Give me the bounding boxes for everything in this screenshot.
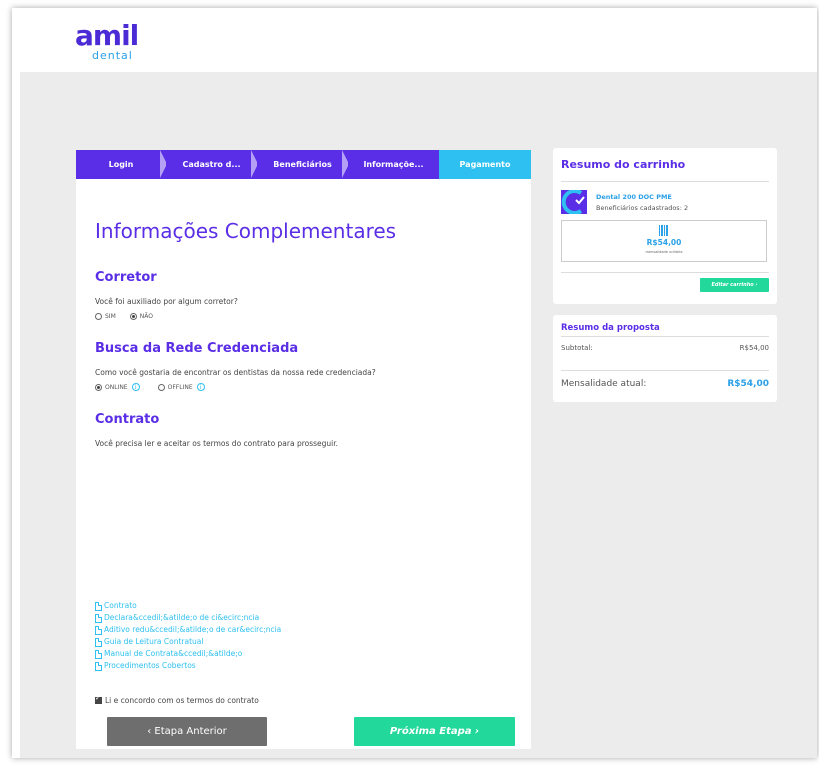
radio-online[interactable] — [95, 383, 102, 391]
rede-options: ONLINE i OFFLINE i — [95, 383, 205, 391]
radio-nao[interactable] — [129, 313, 137, 320]
corretor-options: SIM NÃO — [95, 313, 153, 320]
divider — [561, 181, 769, 182]
checkout-steps: Login Cadastro d... Beneficiários Inform… — [76, 150, 531, 179]
doc-links: Contrato Declara&ccedil;&atilde;o de ci&… — [95, 600, 281, 672]
page-title: Informações Complementares — [95, 219, 397, 243]
next-step-button[interactable]: Próxima Etapa › — [354, 717, 515, 746]
edit-cart-button[interactable]: Editar carrinho › — [700, 278, 769, 292]
step-beneficiarios[interactable]: Beneficiários — [257, 150, 348, 179]
beneficiaries-count: Beneficiários cadastrados: 2 — [596, 204, 689, 212]
doc-link-manual[interactable]: Manual de Contrata&ccedil;&atilde;o — [95, 648, 281, 660]
step-label: Pagamento — [459, 160, 511, 169]
product-logo-icon — [561, 190, 587, 214]
document-icon — [95, 649, 102, 659]
subtotal-label: Subtotal: — [561, 344, 593, 352]
cart-title: Resumo do carrinho — [561, 158, 686, 171]
contrato-title: Contrato — [95, 412, 160, 427]
contrato-text: Você precisa ler e aceitar os termos do … — [95, 439, 339, 448]
cart-summary: Resumo do carrinho Dental 200 DOC PME Be… — [553, 148, 777, 304]
doc-link-contrato[interactable]: Contrato — [95, 600, 281, 612]
divider — [561, 370, 769, 371]
monthly-row: Mensalidade atual: R$54,00 — [561, 379, 769, 389]
previous-step-button[interactable]: ‹ Etapa Anterior — [107, 717, 267, 746]
radio-sim[interactable] — [95, 313, 102, 320]
radio-nao-label: NÃO — [139, 313, 153, 320]
price-note: mensalidade unitária — [645, 250, 683, 254]
document-icon — [95, 601, 102, 611]
step-login[interactable]: Login — [76, 150, 166, 179]
document-icon — [95, 661, 102, 671]
info-icon[interactable]: i — [196, 383, 205, 391]
price-value: R$54,00 — [646, 238, 682, 247]
corretor-question: Você foi auxiliado por algum corretor? — [95, 297, 238, 306]
doc-link-procedimentos[interactable]: Procedimentos Cobertos — [95, 660, 281, 672]
doc-link-declaracao[interactable]: Declara&ccedil;&atilde;o de ci&ecirc;nci… — [95, 612, 281, 624]
doc-link-label: Manual de Contrata&ccedil;&atilde;o — [104, 649, 243, 658]
proposal-title: Resumo da proposta — [561, 323, 660, 333]
radio-offline[interactable] — [157, 383, 165, 391]
agree-label: Li e concordo com os termos do contrato — [105, 696, 259, 705]
agree-checkbox[interactable] — [95, 694, 102, 704]
step-label: Login — [108, 160, 134, 169]
doc-link-label: Declara&ccedil;&atilde;o de ci&ecirc;nci… — [104, 613, 260, 622]
document-icon — [95, 625, 102, 635]
monthly-value: R$54,00 — [727, 379, 769, 389]
rede-title: Busca da Rede Credenciada — [95, 341, 299, 356]
doc-link-label: Procedimentos Cobertos — [104, 661, 196, 670]
step-label: Cadastro d... — [182, 160, 241, 169]
main-panel: Informações Complementares Corretor Você… — [76, 179, 531, 749]
doc-link-label: Aditivo redu&ccedil;&atilde;o de car&eci… — [104, 625, 282, 634]
logo-sub: dental — [92, 49, 133, 62]
doc-link-guia[interactable]: Guia de Leitura Contratual — [95, 636, 281, 648]
proposal-summary: Resumo da proposta Subtotal: R$54,00 Men… — [553, 315, 777, 402]
subtotal-row: Subtotal: R$54,00 — [561, 344, 769, 352]
step-label: Beneficiários — [273, 160, 332, 169]
step-cadastro[interactable]: Cadastro d... — [166, 150, 257, 179]
radio-sim-label: SIM — [105, 313, 116, 320]
product-name: Dental 200 DOC PME — [596, 193, 672, 201]
divider — [561, 272, 769, 273]
step-label: Informaçõe... — [363, 160, 424, 169]
step-pagamento[interactable]: Pagamento — [439, 150, 531, 179]
price-box: R$54,00 mensalidade unitária — [561, 220, 767, 262]
info-icon[interactable]: i — [131, 383, 140, 391]
doc-link-label: Contrato — [104, 601, 137, 610]
subtotal-value: R$54,00 — [739, 344, 769, 352]
doc-link-aditivo[interactable]: Aditivo redu&ccedil;&atilde;o de car&eci… — [95, 624, 281, 636]
radio-online-label: ONLINE — [105, 383, 128, 391]
logo-name: amil — [75, 19, 139, 52]
monthly-label: Mensalidade atual: — [561, 379, 647, 389]
document-icon — [95, 613, 102, 623]
divider — [561, 336, 769, 337]
amil-dental-logo[interactable]: amil dental — [75, 19, 155, 62]
document-icon — [95, 637, 102, 647]
corretor-title: Corretor — [95, 270, 157, 285]
rede-question: Como você gostaria de encontrar os denti… — [95, 368, 376, 377]
radio-offline-label: OFFLINE — [167, 383, 193, 391]
barcode-icon — [659, 225, 669, 236]
doc-link-label: Guia de Leitura Contratual — [104, 637, 204, 646]
agree-terms: Li e concordo com os termos do contrato — [95, 694, 259, 705]
step-informacoes[interactable]: Informaçõe... — [348, 150, 439, 179]
